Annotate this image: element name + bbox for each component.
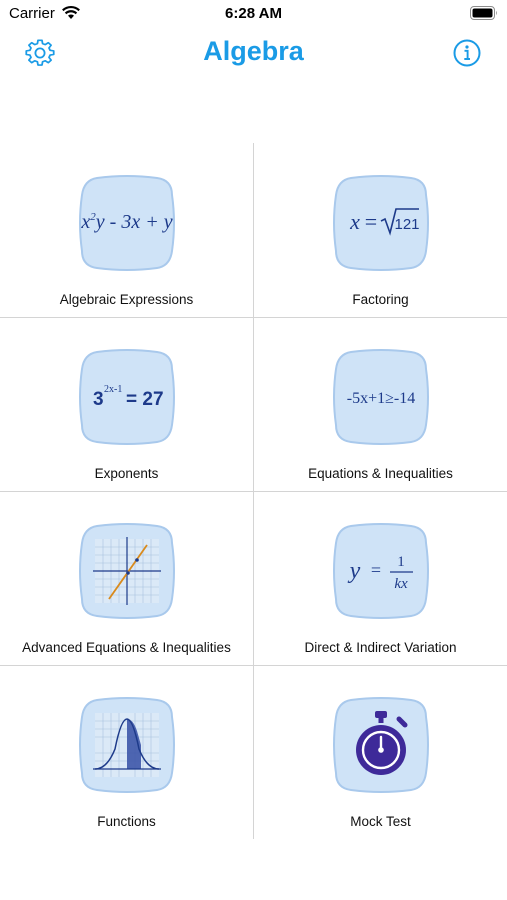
info-icon[interactable] (452, 38, 482, 68)
coordinate-graph-icon (78, 523, 175, 619)
variation-formula-icon: y = 1 kx (332, 523, 429, 619)
topic-grid: x2y - 3x + y Algebraic Expressions x = 1… (0, 143, 507, 839)
tile-exponents[interactable]: 3 2x-1 = 27 Exponents (0, 317, 253, 491)
tile-factoring[interactable]: x = 121 Factoring (254, 143, 507, 317)
tile-label: Advanced Equations & Inequalities (22, 640, 231, 655)
algebraic-expressions-icon: x2y - 3x + y (78, 175, 175, 271)
tile-mock-test[interactable]: Mock Test (254, 665, 507, 839)
tile-advanced-equations-inequalities[interactable]: Advanced Equations & Inequalities (0, 491, 253, 665)
factoring-icon: x = 121 (332, 175, 429, 271)
svg-text:y: y (347, 558, 360, 584)
bell-curve-icon (78, 697, 175, 793)
svg-text:1: 1 (397, 554, 405, 570)
svg-text:=: = (370, 560, 380, 580)
svg-text:-5x+1≥-14: -5x+1≥-14 (346, 390, 414, 407)
tile-label: Algebraic Expressions (59, 292, 194, 307)
tile-label: Equations & Inequalities (308, 466, 453, 481)
nav-bar: Algebra (0, 28, 507, 78)
status-bar: Carrier 6:28 AM (0, 0, 507, 28)
clock: 6:28 AM (225, 5, 282, 22)
svg-text:=: = (364, 209, 376, 234)
svg-text:2x-1: 2x-1 (104, 384, 122, 395)
tile-algebraic-expressions[interactable]: x2y - 3x + y Algebraic Expressions (0, 143, 253, 317)
tile-label: Mock Test (350, 814, 411, 829)
exponents-icon: 3 2x-1 = 27 (78, 349, 175, 445)
svg-text:= 27: = 27 (126, 389, 164, 410)
tile-label: Functions (97, 814, 156, 829)
svg-text:kx: kx (394, 576, 408, 592)
tile-label: Factoring (352, 292, 409, 307)
equations-inequalities-icon: -5x+1≥-14 (332, 349, 429, 445)
battery-icon (470, 6, 497, 20)
tile-equations-inequalities[interactable]: -5x+1≥-14 Equations & Inequalities (254, 317, 507, 491)
svg-text:x: x (349, 209, 360, 234)
stopwatch-icon (332, 697, 429, 793)
tile-label: Direct & Indirect Variation (304, 640, 457, 655)
page-title: Algebra (203, 36, 304, 66)
svg-text:3: 3 (93, 389, 104, 410)
svg-text:121: 121 (394, 216, 419, 233)
tile-direct-indirect-variation[interactable]: y = 1 kx Direct & Indirect Variation (254, 491, 507, 665)
tile-label: Exponents (94, 466, 159, 481)
tile-functions[interactable]: Functions (0, 665, 253, 839)
